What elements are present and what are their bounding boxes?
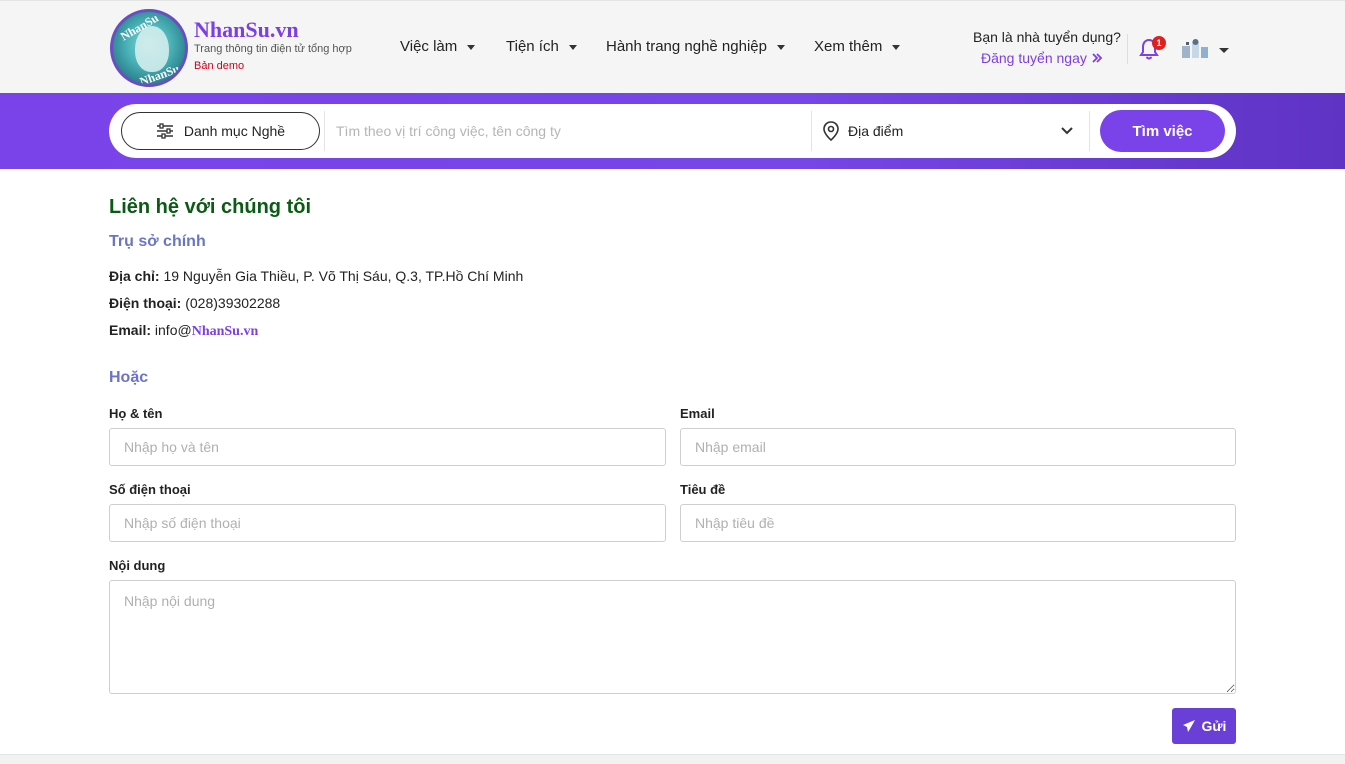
email-brand: NhanSu.vn — [191, 324, 259, 339]
category-button[interactable]: Danh mục Nghề — [121, 112, 320, 150]
header-divider — [1127, 34, 1128, 64]
nav-jobs-label: Việc làm — [400, 38, 458, 55]
avatar[interactable] — [1180, 38, 1210, 62]
caret-down-icon — [892, 45, 901, 50]
subject-input[interactable] — [680, 504, 1236, 542]
phone-value: (028)39302288 — [185, 295, 281, 311]
phone-line: Điện thoại: (028)39302288 — [109, 295, 280, 311]
location-select[interactable]: Địa điểm — [822, 112, 1082, 150]
nav-career[interactable]: Hành trang nghề nghiệp — [606, 38, 785, 55]
sliders-icon — [156, 123, 173, 139]
email-prefix: info@ — [154, 322, 192, 338]
search-divider — [1089, 111, 1090, 151]
email-label: Email: — [109, 322, 152, 338]
phone-field-label: Số điện thoại — [109, 482, 191, 497]
search-divider — [811, 111, 812, 151]
double-chevron-right-icon — [1092, 53, 1103, 63]
keyword-search-input[interactable] — [336, 113, 806, 149]
address-label: Địa chỉ: — [109, 268, 160, 284]
submit-button[interactable]: Gửi — [1172, 708, 1236, 744]
nav-more[interactable]: Xem thêm — [814, 38, 901, 55]
office-title: Trụ sở chính — [109, 233, 206, 250]
nav-utilities[interactable]: Tiện ích — [506, 38, 577, 55]
brand-name[interactable]: NhanSu.vn — [194, 17, 299, 43]
nav-jobs[interactable]: Việc làm — [400, 38, 476, 55]
post-job-label: Đăng tuyển ngay — [981, 50, 1087, 66]
caret-down-icon — [467, 45, 476, 50]
notification-badge: 1 — [1152, 36, 1166, 50]
nav-utilities-label: Tiện ích — [506, 38, 559, 55]
post-job-link[interactable]: Đăng tuyển ngay — [981, 50, 1103, 66]
search-divider — [324, 111, 325, 151]
submit-label: Gửi — [1201, 718, 1227, 734]
name-label: Họ & tên — [109, 406, 163, 421]
nav-career-label: Hành trang nghề nghiệp — [606, 38, 767, 55]
logo[interactable]: NhanSu NhanSu — [110, 9, 188, 87]
caret-down-icon — [776, 45, 785, 50]
paper-plane-icon — [1182, 720, 1195, 732]
location-label: Địa điểm — [848, 123, 904, 139]
caret-down-icon — [568, 45, 577, 50]
demo-label: Bản demo — [194, 60, 245, 72]
content-textarea[interactable] — [109, 580, 1236, 694]
subject-label: Tiêu đề — [680, 482, 726, 497]
map-pin-icon — [823, 121, 839, 141]
content-label: Nội dung — [109, 558, 166, 573]
avatar-caret-icon[interactable] — [1219, 48, 1229, 53]
brand-tagline: Trang thông tin điện tử tổng hợp — [194, 43, 352, 55]
nav-more-label: Xem thêm — [814, 38, 883, 55]
page-title: Liên hệ với chúng tôi — [109, 196, 312, 218]
or-title: Hoặc — [109, 369, 149, 386]
category-label: Danh mục Nghề — [183, 123, 286, 139]
chevron-down-icon — [1061, 127, 1073, 135]
email-input[interactable] — [680, 428, 1236, 466]
recruiter-question: Bạn là nhà tuyển dụng? — [973, 29, 1121, 45]
email-line: Email: info@NhanSu.vn — [109, 322, 258, 340]
site-header: NhanSu NhanSu NhanSu.vn Trang thông tin … — [0, 0, 1345, 93]
name-input[interactable] — [109, 428, 666, 466]
phone-label: Điện thoại: — [109, 295, 182, 311]
search-button[interactable]: Tìm việc — [1100, 110, 1225, 152]
address-value: 19 Nguyễn Gia Thiều, P. Võ Thị Sáu, Q.3,… — [163, 268, 524, 284]
phone-input[interactable] — [109, 504, 666, 542]
address-line: Địa chỉ: 19 Nguyễn Gia Thiều, P. Võ Thị … — [109, 268, 523, 284]
footer-divider — [0, 754, 1345, 764]
email-field-label: Email — [680, 406, 715, 421]
